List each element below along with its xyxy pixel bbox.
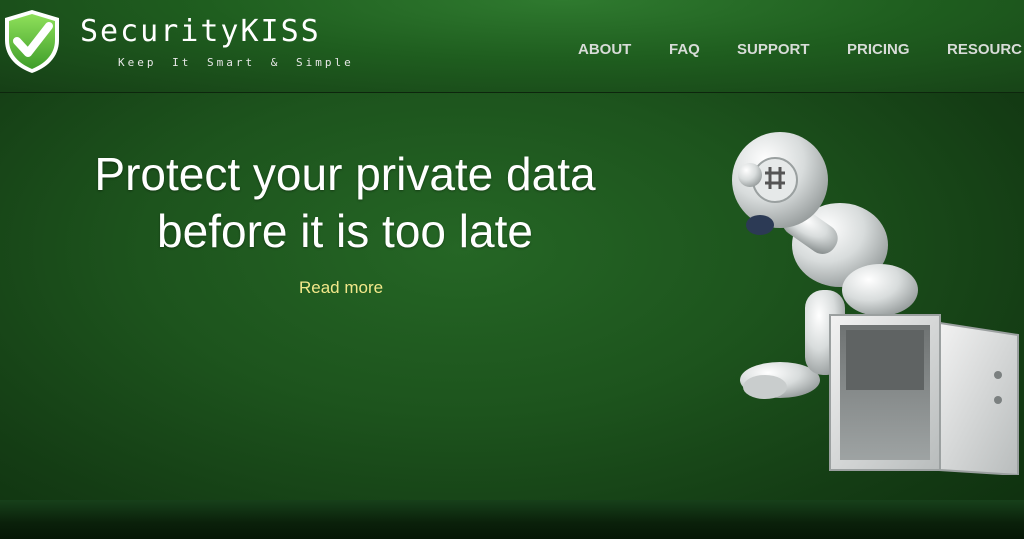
read-more-link[interactable]: Read more xyxy=(299,278,383,298)
robot-with-safe-illustration xyxy=(732,132,1019,475)
nav-faq[interactable]: FAQ xyxy=(669,41,700,58)
nav-pricing[interactable]: PRICING xyxy=(847,41,910,58)
main-nav: ABOUT FAQ SUPPORT PRICING RESOURC xyxy=(0,41,1024,61)
nav-about[interactable]: ABOUT xyxy=(578,41,631,58)
nav-support[interactable]: SUPPORT xyxy=(737,41,810,58)
hero-headline: Protect your private data before it is t… xyxy=(30,146,660,260)
hero-headline-line2: before it is too late xyxy=(157,205,533,257)
hero-headline-line1: Protect your private data xyxy=(94,148,596,200)
hero-bottom-band xyxy=(0,500,1024,539)
nav-resources[interactable]: RESOURC xyxy=(947,41,1024,58)
site-header: SecurityKISS Keep It Smart & Simple ABOU… xyxy=(0,0,1024,93)
